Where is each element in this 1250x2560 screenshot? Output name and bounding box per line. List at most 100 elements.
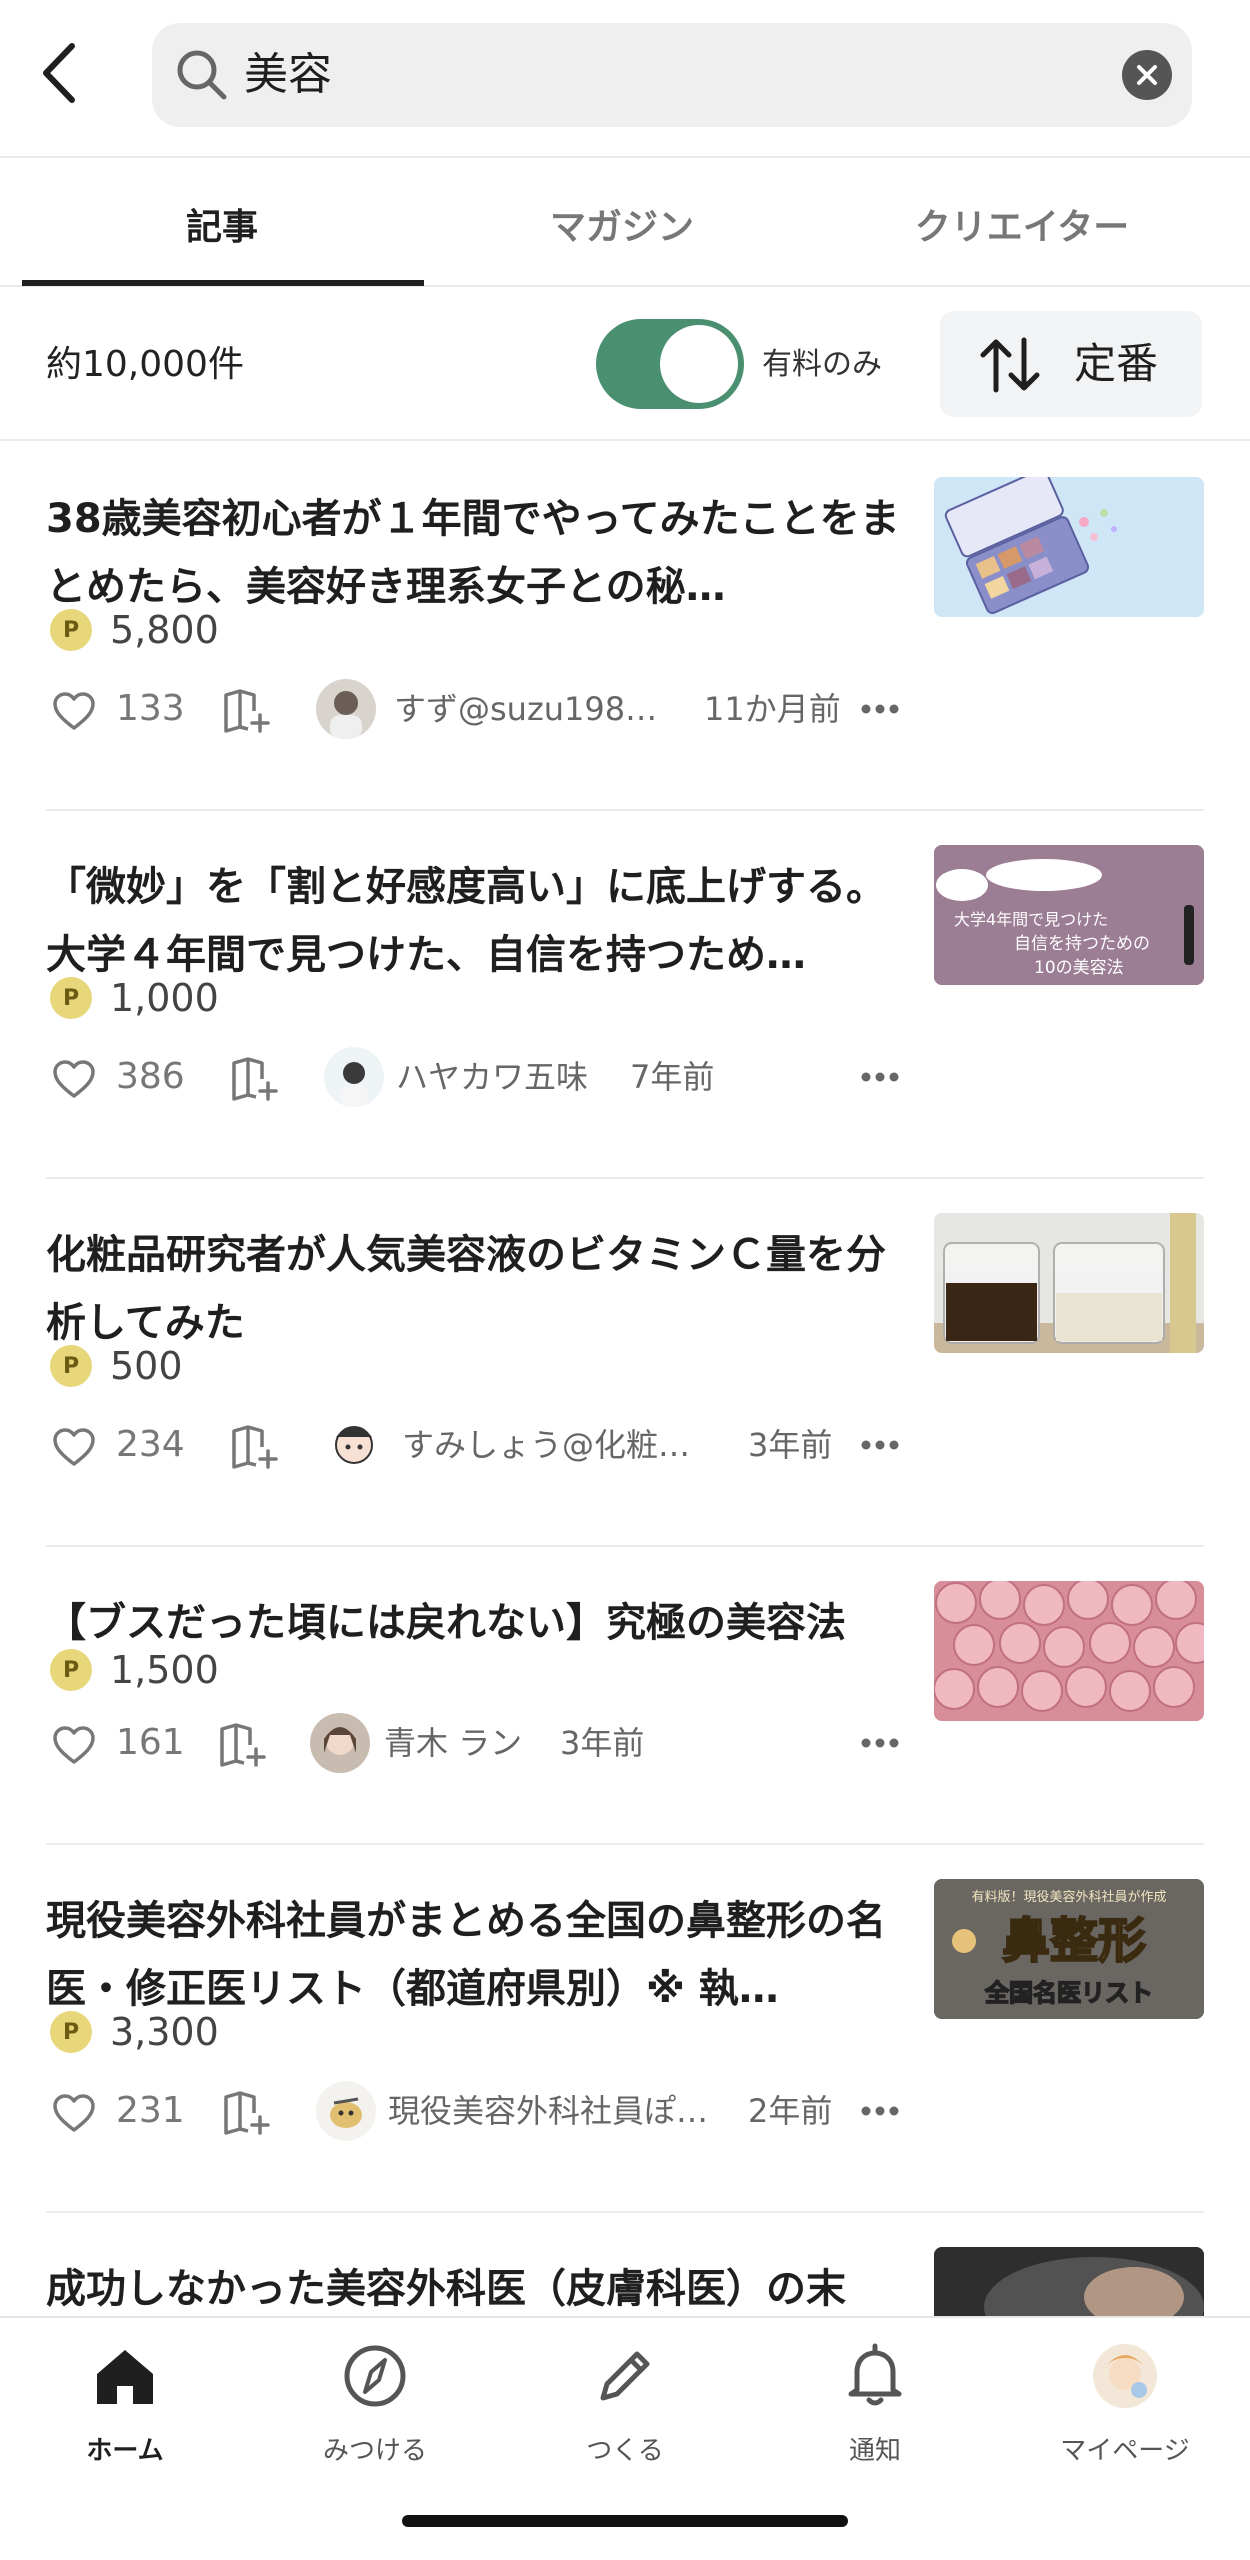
search-header: 美容 — [0, 0, 1250, 158]
article-thumbnail[interactable] — [934, 1581, 1204, 1721]
more-options-icon[interactable] — [860, 1737, 900, 1749]
search-query[interactable]: 美容 — [244, 23, 332, 127]
search-input[interactable]: 美容 — [152, 23, 1192, 127]
paid-only-toggle[interactable] — [596, 319, 744, 409]
heart-icon[interactable] — [52, 1059, 96, 1099]
like-count: 234 — [116, 1424, 185, 1465]
article-title[interactable]: 「微妙」を「割と好感度高い」に底上げする。大学４年間で見つけた、自信を持つため… — [46, 853, 906, 989]
nav-home-label: ホーム — [86, 2436, 164, 2466]
heart-icon[interactable] — [52, 691, 96, 731]
pencil-icon — [600, 2351, 650, 2401]
toggle-knob — [660, 325, 738, 403]
result-count: 約10,000件 — [46, 344, 244, 385]
point-icon: P — [50, 1345, 92, 1387]
bell-icon — [848, 2343, 902, 2406]
sort-icon — [980, 337, 1040, 393]
tab-articles[interactable]: 記事 — [22, 160, 422, 287]
author-avatar[interactable] — [310, 1713, 370, 1773]
heart-icon[interactable] — [52, 1725, 96, 1765]
like-count: 133 — [116, 688, 185, 729]
chevron-left-icon — [43, 43, 75, 103]
more-options-icon[interactable] — [860, 1439, 900, 1451]
published-time: 11か月前 — [704, 690, 841, 728]
home-icon — [97, 2350, 153, 2404]
article-thumbnail[interactable]: 有料版！現役美容外科社員が作成 鼻整形 全国名医リスト — [934, 1879, 1204, 2019]
article-item[interactable]: 成功しなかった美容外科医（皮膚科医）の末 — [46, 2213, 1204, 2316]
article-item[interactable]: 現役美容外科社員がまとめる全国の鼻整形の名医・修正医リスト（都道府県別）※ 執…… — [46, 1845, 1204, 2213]
published-time: 7年前 — [630, 1058, 715, 1096]
handwritten-text-image: 大学4年間で見つけた 自信を持つための 10の美容法 — [934, 845, 1204, 985]
sort-label: 定番 — [1074, 339, 1159, 388]
nav-discover-label: みつける — [322, 2436, 427, 2466]
article-price: 1,500 — [110, 1648, 219, 1692]
nav-discover[interactable]: みつける — [250, 2318, 500, 2488]
roses-image — [934, 1581, 1204, 1721]
nav-home[interactable]: ホーム — [0, 2318, 250, 2488]
article-title[interactable]: 成功しなかった美容外科医（皮膚科医）の末 — [46, 2255, 906, 2316]
heart-icon[interactable] — [52, 2093, 96, 2133]
svg-text:有料版！現役美容外科社員が作成: 有料版！現役美容外科社員が作成 — [971, 1889, 1166, 1905]
svg-text:10の美容法: 10の美容法 — [1034, 958, 1124, 978]
svg-text:大学4年間で見つけた: 大学4年間で見つけた — [954, 910, 1108, 929]
add-to-magazine-icon[interactable] — [222, 2091, 272, 2135]
price-row: P 500 — [46, 1341, 183, 1391]
article-title[interactable]: 化粧品研究者が人気美容液のビタミンＣ量を分析してみた — [46, 1221, 906, 1357]
avatar-icon — [1093, 2344, 1157, 2408]
point-icon: P — [50, 609, 92, 651]
close-icon — [1137, 65, 1157, 85]
article-meta: 161 青木 ラン 3年前 — [46, 1711, 906, 1775]
like-count: 161 — [116, 1722, 185, 1763]
nav-notifications[interactable]: 通知 — [750, 2318, 1000, 2488]
nav-mypage[interactable]: マイページ — [1000, 2318, 1250, 2488]
more-options-icon[interactable] — [860, 1071, 900, 1083]
result-tabs: 記事 マガジン クリエイター — [0, 160, 1250, 287]
author-avatar[interactable] — [324, 1415, 384, 1475]
article-item[interactable]: 「微妙」を「割と好感度高い」に底上げする。大学４年間で見つけた、自信を持つため…… — [46, 811, 1204, 1179]
price-row: P 1,000 — [46, 973, 219, 1023]
svg-text:鼻整形: 鼻整形 — [1002, 1913, 1146, 1969]
eyeshadow-palette-image — [934, 477, 1204, 617]
author-avatar[interactable] — [316, 679, 376, 739]
author-name[interactable]: すず@suzu198… — [394, 677, 657, 741]
more-options-icon[interactable] — [860, 2105, 900, 2117]
article-item[interactable]: 38歳美容初心者が１年間でやってみたことをまとめたら、美容好き理系女子との秘… … — [46, 443, 1204, 811]
article-item[interactable]: 化粧品研究者が人気美容液のビタミンＣ量を分析してみた P 500 234 すみし… — [46, 1179, 1204, 1547]
article-price: 1,000 — [110, 976, 219, 1020]
sort-button[interactable]: 定番 — [940, 311, 1202, 417]
article-thumbnail[interactable] — [934, 2247, 1204, 2316]
author-name[interactable]: 現役美容外科社員ぽ… — [388, 2079, 708, 2143]
heart-icon[interactable] — [52, 1427, 96, 1467]
article-thumbnail[interactable] — [934, 477, 1204, 617]
nav-create[interactable]: つくる — [500, 2318, 750, 2488]
article-title[interactable]: 38歳美容初心者が１年間でやってみたことをまとめたら、美容好き理系女子との秘… — [46, 485, 906, 621]
article-meta: 234 すみしょう@化粧… 3年前 — [46, 1413, 906, 1477]
add-to-magazine-icon[interactable] — [222, 689, 272, 733]
active-tab-indicator — [22, 280, 424, 286]
point-icon: P — [50, 2011, 92, 2053]
article-item[interactable]: 【ブスだった頃には戻れない】究極の美容法 P 1,500 161 青木 ラン 3… — [46, 1547, 1204, 1845]
author-name[interactable]: すみしょう@化粧… — [402, 1413, 690, 1477]
add-to-magazine-icon[interactable] — [218, 1723, 268, 1767]
svg-text:全国名医リスト: 全国名医リスト — [984, 1979, 1153, 2007]
author-name[interactable]: 青木 ラン — [384, 1711, 522, 1775]
author-avatar[interactable] — [316, 2081, 376, 2141]
tab-creators[interactable]: クリエイター — [822, 160, 1222, 287]
published-time: 2年前 — [748, 2092, 833, 2130]
author-name[interactable]: ハヤカワ五味 — [396, 1045, 588, 1109]
like-count: 386 — [116, 1056, 185, 1097]
published-time: 3年前 — [560, 1724, 645, 1762]
article-title[interactable]: 現役美容外科社員がまとめる全国の鼻整形の名医・修正医リスト（都道府県別）※ 執… — [46, 1887, 906, 2023]
nav-notifications-label: 通知 — [848, 2436, 901, 2466]
tab-magazines[interactable]: マガジン — [422, 160, 822, 287]
point-icon: P — [50, 1649, 92, 1691]
article-meta: 386 ハヤカワ五味 7年前 — [46, 1045, 906, 1109]
clear-search-button[interactable] — [1122, 50, 1172, 100]
back-button[interactable] — [30, 36, 86, 110]
article-thumbnail[interactable]: 大学4年間で見つけた 自信を持つための 10の美容法 — [934, 845, 1204, 985]
article-thumbnail[interactable] — [934, 1213, 1204, 1353]
more-options-icon[interactable] — [860, 703, 900, 715]
add-to-magazine-icon[interactable] — [230, 1425, 280, 1469]
add-to-magazine-icon[interactable] — [230, 1057, 280, 1101]
author-avatar[interactable] — [324, 1047, 384, 1107]
article-meta: 231 現役美容外科社員ぽ… 2年前 — [46, 2079, 906, 2143]
